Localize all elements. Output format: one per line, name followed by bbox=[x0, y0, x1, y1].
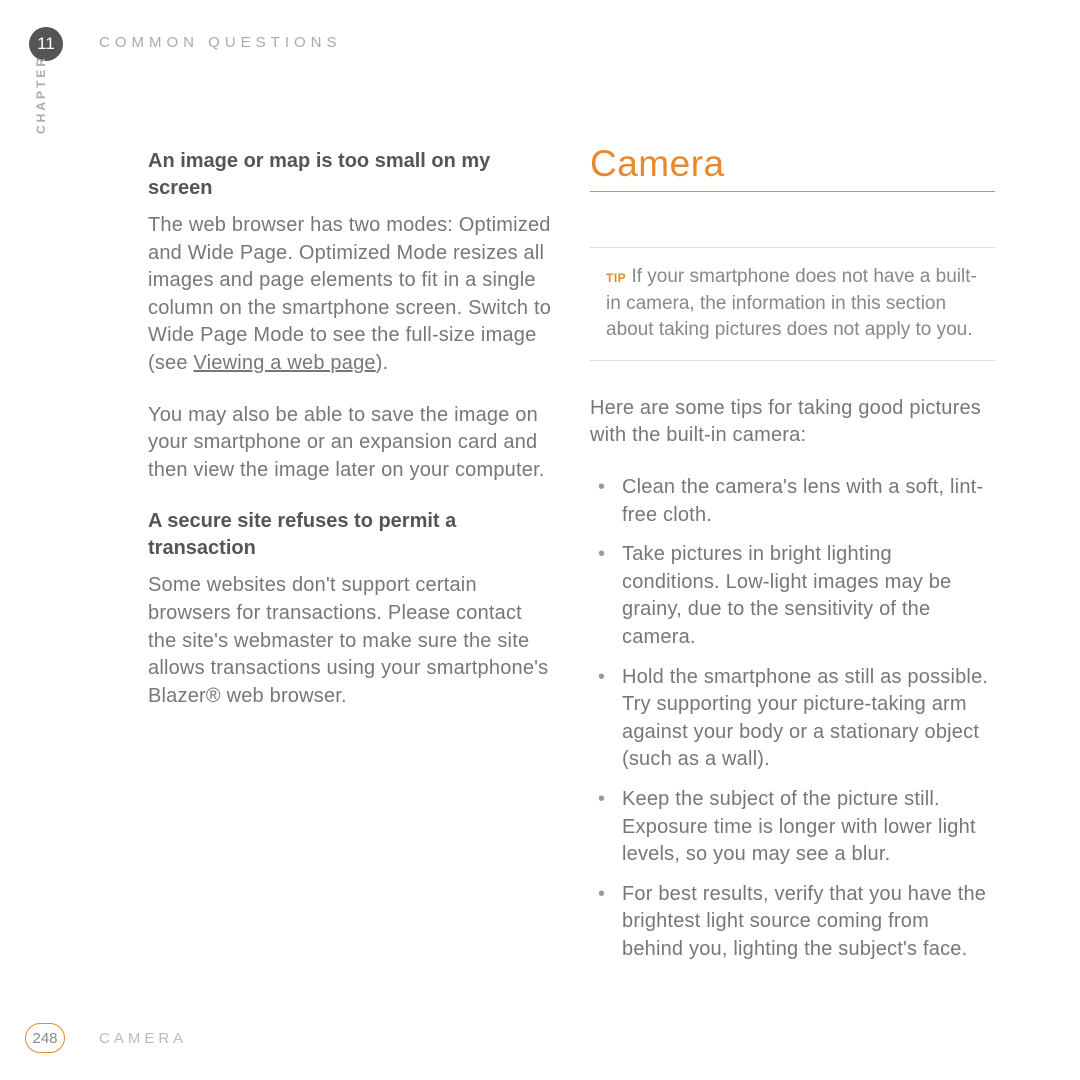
tips-list: Clean the camera's lens with a soft, lin… bbox=[590, 474, 995, 964]
text: ). bbox=[376, 352, 389, 374]
running-header: COMMON QUESTIONS bbox=[99, 34, 342, 51]
paragraph: You may also be able to save the image o… bbox=[148, 402, 553, 485]
heading-image-too-small: An image or map is too small on my scree… bbox=[148, 148, 553, 202]
left-column: An image or map is too small on my scree… bbox=[148, 148, 553, 734]
tip-text: TIP If your smartphone does not have a b… bbox=[606, 264, 979, 344]
section-title-camera: Camera bbox=[590, 143, 995, 192]
running-footer: CAMERA bbox=[99, 1030, 187, 1047]
list-item: Take pictures in bright lighting conditi… bbox=[590, 541, 995, 651]
tip-label: TIP bbox=[606, 271, 626, 285]
tip-body: If your smartphone does not have a built… bbox=[606, 266, 977, 340]
tip-box: TIP If your smartphone does not have a b… bbox=[590, 247, 995, 361]
list-item: For best results, verify that you have t… bbox=[590, 881, 995, 964]
heading-secure-site: A secure site refuses to permit a transa… bbox=[148, 508, 553, 562]
right-column: Camera TIP If your smartphone does not h… bbox=[590, 143, 995, 975]
list-item: Keep the subject of the picture still. E… bbox=[590, 786, 995, 869]
chapter-side-label: CHAPTER bbox=[34, 55, 48, 134]
link-viewing-web-page[interactable]: Viewing a web page bbox=[193, 352, 375, 374]
list-item: Clean the camera's lens with a soft, lin… bbox=[590, 474, 995, 529]
page: 11 COMMON QUESTIONS CHAPTER An image or … bbox=[0, 0, 1080, 1080]
text: The web browser has two modes: Optimized… bbox=[148, 214, 551, 374]
paragraph: The web browser has two modes: Optimized… bbox=[148, 212, 553, 378]
list-item: Hold the smartphone as still as possible… bbox=[590, 664, 995, 774]
page-number: 248 bbox=[25, 1023, 65, 1053]
paragraph: Some websites don't support certain brow… bbox=[148, 572, 553, 710]
intro-paragraph: Here are some tips for taking good pictu… bbox=[590, 395, 995, 450]
